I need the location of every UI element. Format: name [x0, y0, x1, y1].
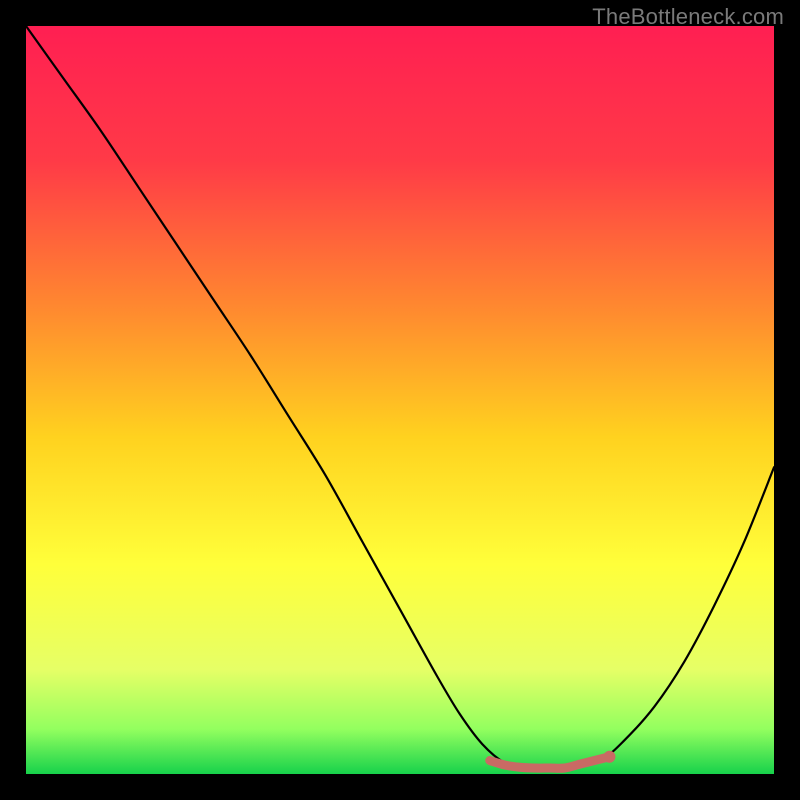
optimal-marker — [603, 751, 615, 763]
bottleneck-chart — [26, 26, 774, 774]
gradient-background — [26, 26, 774, 774]
watermark-text: TheBottleneck.com — [592, 4, 784, 30]
chart-frame — [26, 26, 774, 774]
